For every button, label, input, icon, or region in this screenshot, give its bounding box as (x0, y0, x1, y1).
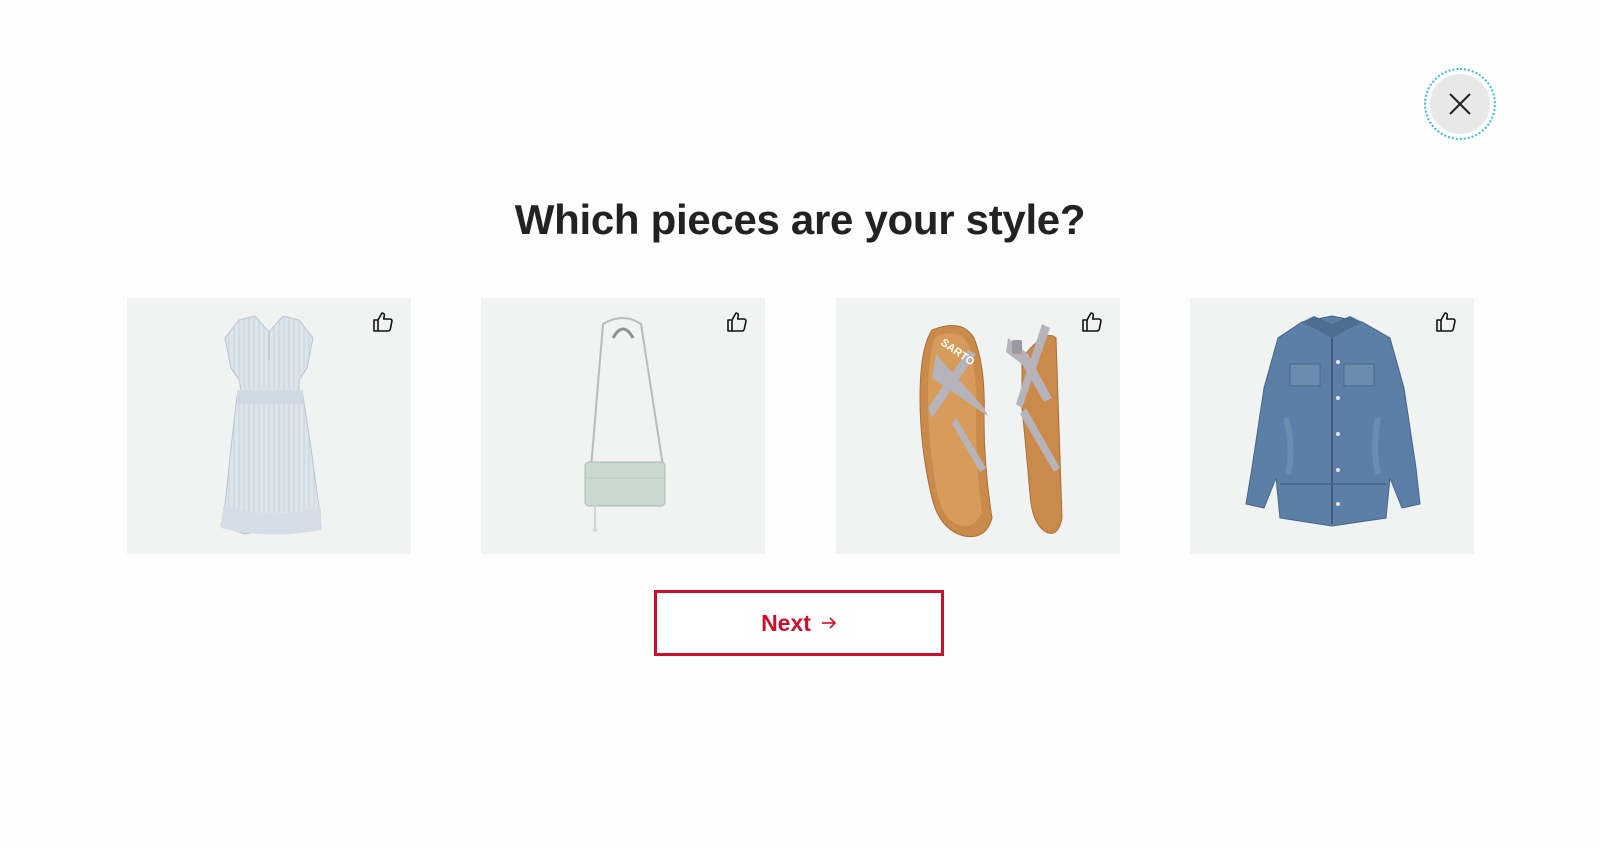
thumbs-up-icon (725, 310, 749, 339)
thumbs-up-icon (1434, 310, 1458, 339)
style-quiz-modal: Which pieces are your style? SARTO Next (0, 0, 1600, 849)
like-button[interactable] (367, 308, 399, 340)
item-card-bag[interactable] (481, 298, 765, 554)
item-card-sandals[interactable]: SARTO (836, 298, 1120, 554)
item-card-jacket[interactable] (1190, 298, 1474, 554)
close-icon (1430, 74, 1490, 134)
like-button[interactable] (1076, 308, 1108, 340)
item-card-dress[interactable] (127, 298, 411, 554)
thumbs-up-icon (1080, 310, 1104, 339)
next-label: Next (761, 609, 811, 636)
like-button[interactable] (1430, 308, 1462, 340)
like-button[interactable] (721, 308, 753, 340)
thumbs-up-icon (371, 310, 395, 339)
close-button[interactable] (1424, 68, 1496, 140)
next-button[interactable]: Next (654, 590, 944, 656)
arrow-right-icon (821, 616, 837, 630)
question-title: Which pieces are your style? (514, 196, 1086, 243)
